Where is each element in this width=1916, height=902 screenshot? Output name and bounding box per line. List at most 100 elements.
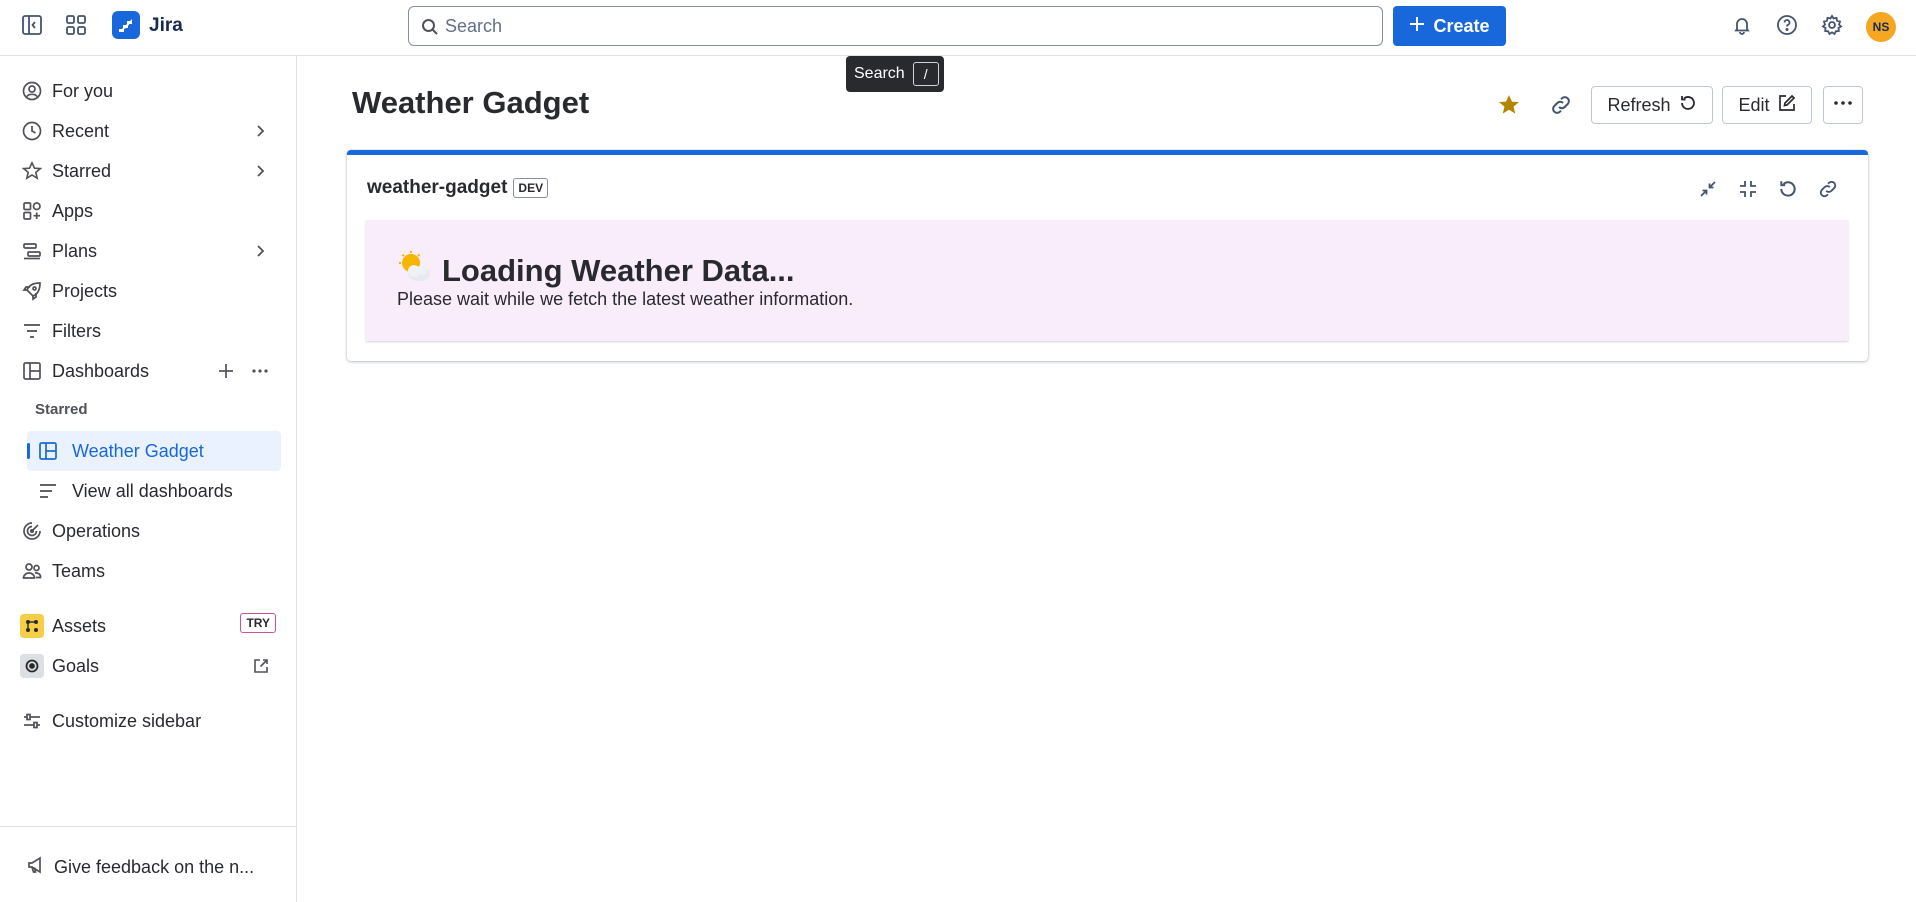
chevron-right-icon[interactable] [250, 161, 270, 186]
add-dashboard-plus-icon[interactable] [216, 361, 236, 386]
sidebar: For you Recent Starred Apps Plans Projec… [0, 56, 297, 902]
weather-heading-text: Loading Weather Data... [442, 253, 795, 288]
sidebar-item-starred[interactable]: Starred [20, 152, 280, 190]
sidebar-item-label: Assets [52, 615, 107, 636]
external-link-icon[interactable] [252, 657, 270, 680]
plans-icon [20, 239, 44, 263]
apps-grid-icon [20, 199, 44, 223]
chevron-right-icon[interactable] [250, 241, 270, 266]
gadget-link-icon[interactable] [1816, 177, 1840, 201]
weather-content: Loading Weather Data... Please wait whil… [366, 220, 1848, 341]
sidebar-item-operations[interactable]: Operations [20, 512, 280, 550]
gadget-title: weather-gadget [367, 177, 508, 198]
rocket-icon [20, 279, 44, 303]
sidebar-toggle-icon[interactable] [20, 13, 44, 37]
app-name[interactable]: Jira [149, 15, 183, 37]
sidebar-item-label: Teams [52, 560, 106, 581]
refresh-button-label: Refresh [1607, 94, 1671, 115]
notifications-bell-icon[interactable] [1730, 13, 1754, 37]
search-bar[interactable] [408, 6, 1383, 46]
collapse-icon[interactable] [1736, 177, 1760, 201]
sidebar-item-teams[interactable]: Teams [20, 552, 280, 590]
try-badge: TRY [240, 613, 276, 633]
goals-icon [20, 654, 44, 678]
jira-logo-icon[interactable] [112, 11, 140, 39]
dev-badge: DEV [513, 178, 549, 198]
edit-button-label: Edit [1738, 94, 1770, 115]
sun-behind-cloud-icon [398, 250, 432, 292]
sidebar-item-label: Projects [52, 280, 118, 301]
app-switcher-icon[interactable] [64, 13, 88, 37]
more-options-icon[interactable] [250, 361, 270, 386]
feedback-label: Give feedback on the n... [54, 857, 255, 877]
user-avatar[interactable]: NS [1866, 12, 1896, 42]
create-button-label: Create [1433, 15, 1490, 36]
dashboard-icon [20, 359, 44, 383]
sidebar-item-weather-gadget[interactable]: Weather Gadget [27, 431, 281, 471]
starred-section-label: Starred [35, 401, 88, 418]
active-indicator [27, 443, 30, 459]
refresh-button[interactable]: Refresh [1591, 86, 1713, 124]
sidebar-item-filters[interactable]: Filters [20, 312, 280, 350]
people-icon [20, 559, 44, 583]
gadget-header: weather-gadget DEV [367, 177, 549, 199]
refresh-icon [1679, 94, 1697, 117]
sidebar-item-for-you[interactable]: For you [20, 72, 280, 110]
search-tooltip: Search / [846, 56, 944, 92]
weather-message: Please wait while we fetch the latest we… [397, 289, 854, 309]
operations-icon [20, 519, 44, 543]
sidebar-item-recent[interactable]: Recent [20, 112, 280, 150]
assets-icon [20, 614, 44, 638]
copy-link-icon[interactable] [1549, 93, 1573, 122]
list-icon [36, 479, 60, 503]
tooltip-label: Search [854, 65, 905, 82]
sidebar-item-label: Weather Gadget [72, 440, 204, 461]
search-icon [421, 18, 439, 41]
refresh-gadget-icon[interactable] [1776, 177, 1800, 201]
sidebar-item-label: Operations [52, 520, 141, 541]
give-feedback-link[interactable]: Give feedback on the n... [26, 855, 254, 880]
sidebar-item-label: Goals [52, 655, 100, 676]
edit-button[interactable]: Edit [1722, 86, 1812, 124]
minimize-icon[interactable] [1696, 177, 1720, 201]
sidebar-item-projects[interactable]: Projects [20, 272, 280, 310]
create-button[interactable]: Create [1393, 6, 1506, 46]
sidebar-item-label: View all dashboards [72, 480, 233, 501]
sidebar-item-apps[interactable]: Apps [20, 192, 280, 230]
sidebar-item-goals[interactable]: Goals [20, 647, 280, 685]
settings-gear-icon[interactable] [1820, 13, 1844, 37]
more-actions-button[interactable] [1823, 86, 1863, 124]
sidebar-item-view-all-dashboards[interactable]: View all dashboards [27, 471, 281, 511]
top-navigation-bar: Jira Create NS [0, 0, 1916, 56]
sidebar-item-label: Plans [52, 240, 98, 261]
edit-pencil-icon [1778, 94, 1796, 117]
sidebar-item-label: Recent [52, 120, 110, 141]
weather-gadget-panel: weather-gadget DEV Loading Weather Data.… [347, 150, 1868, 361]
filter-icon [20, 319, 44, 343]
plus-icon [1409, 16, 1425, 37]
feedback-section: Give feedback on the n... [0, 826, 297, 902]
gadget-color-bar [347, 150, 1868, 155]
sidebar-item-label: For you [52, 80, 114, 101]
sidebar-item-label: Dashboards [52, 360, 150, 381]
more-options-icon [1832, 92, 1854, 119]
sidebar-item-assets[interactable]: Assets TRY [20, 607, 280, 645]
star-outline-icon [20, 159, 44, 183]
search-input[interactable] [445, 15, 1382, 37]
sidebar-item-customize[interactable]: Customize sidebar [20, 702, 280, 740]
clock-icon [20, 119, 44, 143]
sidebar-item-dashboards[interactable]: Dashboards [20, 352, 280, 390]
page-title: Weather Gadget [352, 85, 590, 120]
star-filled-icon[interactable] [1497, 93, 1521, 122]
sidebar-item-label: Filters [52, 320, 101, 341]
customize-sliders-icon [20, 709, 44, 733]
sidebar-item-label: Starred [52, 160, 112, 181]
chevron-right-icon[interactable] [250, 121, 270, 146]
sidebar-item-label: Customize sidebar [52, 710, 202, 731]
weather-heading: Loading Weather Data... [398, 250, 795, 292]
keyboard-shortcut: / [912, 62, 939, 86]
sidebar-item-plans[interactable]: Plans [20, 232, 280, 270]
help-icon[interactable] [1775, 13, 1799, 37]
person-circle-icon [20, 79, 44, 103]
megaphone-icon [26, 855, 46, 880]
